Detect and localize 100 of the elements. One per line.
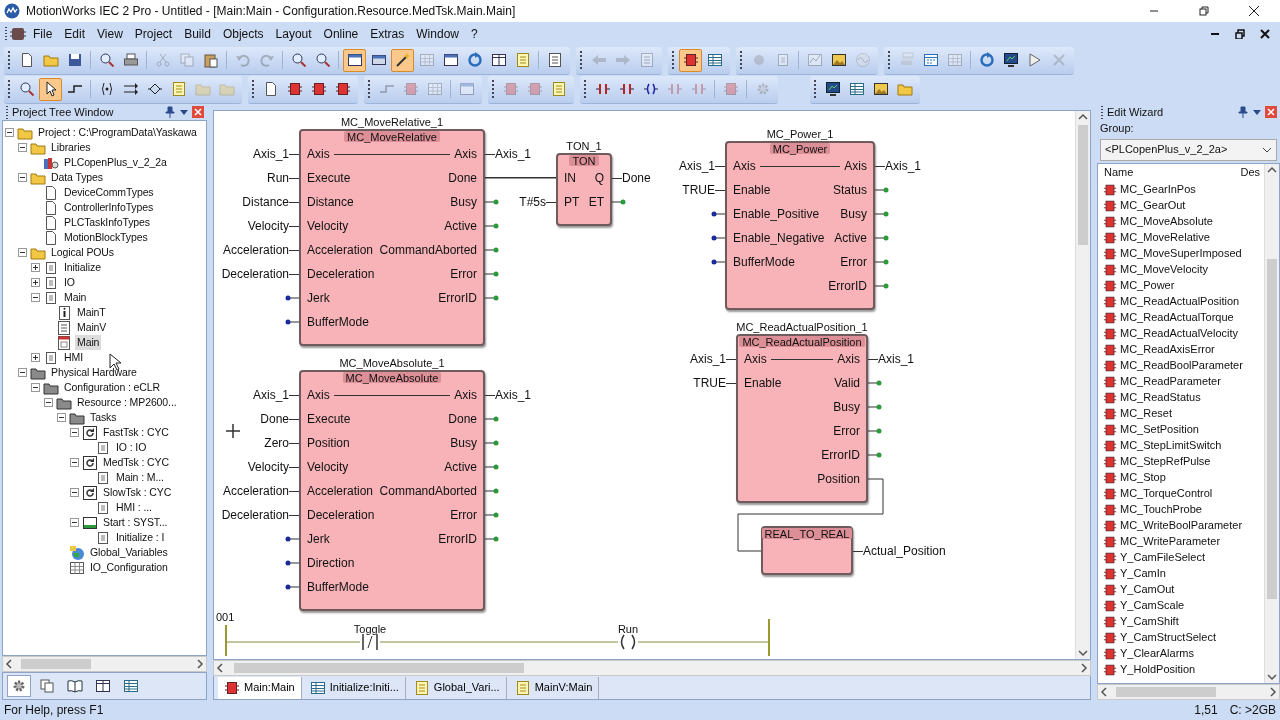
function-block-item[interactable]: MC_ReadStatus: [1098, 389, 1264, 406]
variable-label: Axis_1: [495, 146, 532, 163]
tree-item[interactable]: FastTsk : CYC: [101, 424, 171, 441]
pin-label: Enable: [733, 182, 771, 199]
tree-item[interactable]: Initialize: [62, 259, 103, 276]
tree-item[interactable]: IO : IO: [114, 439, 149, 456]
function-block-item[interactable]: MC_GearInPos: [1098, 181, 1264, 198]
menu-item[interactable]: Project: [129, 24, 178, 44]
pin-label: Done: [448, 170, 477, 187]
editor-tab[interactable]: Initialize:Initi...: [303, 676, 406, 699]
function-block-item[interactable]: MC_Stop: [1098, 469, 1264, 486]
function-block-item[interactable]: MC_MoveSuperImposed: [1098, 245, 1264, 262]
variable-label: Axis_1: [678, 158, 715, 175]
tree-item[interactable]: SlowTsk : CYC: [101, 484, 174, 501]
pin-label: Velocity: [307, 459, 349, 476]
pin-label: Axis: [454, 146, 477, 163]
function-block-item[interactable]: MC_WriteParameter: [1098, 533, 1264, 550]
function-block-item[interactable]: MC_ReadBoolParameter: [1098, 357, 1264, 374]
tree-item[interactable]: ControllerInfoTypes: [62, 199, 156, 216]
pin-label: Axis: [837, 351, 860, 368]
block-type-label: REAL_TO_REAL: [761, 528, 853, 539]
function-block-item[interactable]: MC_ReadActualTorque: [1098, 309, 1264, 326]
tree-item[interactable]: MedTsk : CYC: [101, 454, 171, 471]
tree-item[interactable]: HMI: [62, 349, 85, 366]
function-block-item[interactable]: MC_ReadParameter: [1098, 373, 1264, 390]
tree-item[interactable]: IO_Configuration: [88, 559, 170, 576]
function-block-item[interactable]: MC_Power: [1098, 277, 1264, 294]
tree-item[interactable]: Initialize : I: [114, 529, 167, 546]
pin-label: ErrorID: [438, 531, 477, 548]
tree-item[interactable]: Resource : MP2600...: [75, 394, 179, 411]
function-block-item[interactable]: Y_CamScale: [1098, 597, 1264, 614]
tree-item[interactable]: Global_Variables: [88, 544, 170, 561]
function-block-item[interactable]: MC_TouchProbe: [1098, 501, 1264, 518]
tree-item[interactable]: Main : M...: [114, 469, 166, 486]
function-block-item[interactable]: Y_HoldPosition: [1098, 661, 1264, 678]
pin-label: ErrorID: [821, 447, 860, 464]
variable-label: Run: [267, 170, 289, 187]
function-block-item[interactable]: Y_CamShift: [1098, 613, 1264, 630]
tree-item[interactable]: MainT: [75, 304, 108, 321]
editor-tab[interactable]: Main:Main: [218, 676, 302, 699]
instance-name: MC_MoveAbsolute_1: [339, 357, 445, 370]
menu-item[interactable]: Layout: [270, 24, 317, 44]
column-header[interactable]: Des: [1240, 164, 1260, 181]
tree-item[interactable]: Project : C:\ProgramData\Yaskawa: [36, 124, 199, 141]
menu-item[interactable]: Edit: [59, 24, 91, 44]
tree-item[interactable]: HMI : ...: [114, 499, 154, 516]
function-block-item[interactable]: MC_MoveAbsolute: [1098, 213, 1264, 230]
tree-item[interactable]: Configuration : eCLR: [62, 379, 163, 396]
function-block-item[interactable]: MC_ReadActualVelocity: [1098, 325, 1264, 342]
tree-item[interactable]: Tasks: [88, 409, 119, 426]
function-block-item[interactable]: Y_CamIn: [1098, 565, 1264, 582]
function-block-item[interactable]: MC_MoveVelocity: [1098, 261, 1264, 278]
editor-tab[interactable]: MainV:Main: [508, 676, 600, 699]
tree-item[interactable]: PLCTaskInfoTypes: [62, 214, 152, 231]
tree-item[interactable]: Data Types: [49, 169, 105, 186]
function-block-item[interactable]: MC_SetPosition: [1098, 421, 1264, 438]
tree-item[interactable]: MainV: [75, 319, 109, 336]
tree-item[interactable]: IO: [62, 274, 77, 291]
pin-label: Valid: [834, 375, 860, 392]
tree-item[interactable]: MotionBlockTypes: [62, 229, 150, 246]
tree-item[interactable]: Physical Hardware: [49, 364, 139, 381]
menu-item[interactable]: Objects: [217, 24, 269, 44]
variable-label: TRUE: [682, 182, 715, 199]
tree-item[interactable]: Libraries: [49, 139, 93, 156]
function-block-item[interactable]: Y_CamOut: [1098, 581, 1264, 598]
menu-item[interactable]: Window: [411, 24, 464, 44]
menu-item[interactable]: Online: [318, 24, 364, 44]
function-block-item[interactable]: MC_StepRefPulse: [1098, 453, 1264, 470]
variable-label: Velocity: [247, 459, 289, 476]
editor-tab[interactable]: Global_Vari...: [407, 676, 507, 699]
tree-item[interactable]: PLCopenPlus_v_2_2a: [62, 154, 169, 171]
function-block-item[interactable]: MC_Reset: [1098, 405, 1264, 422]
menu-item[interactable]: ?: [466, 24, 483, 44]
tree-item[interactable]: Logical POUs: [49, 244, 116, 261]
block-type-label: MC_MoveRelative: [344, 131, 440, 142]
variable-label: TRUE: [693, 375, 726, 392]
function-block-item[interactable]: MC_GearOut: [1098, 197, 1264, 214]
tree-item[interactable]: Start : SYST...: [101, 514, 170, 531]
pin-label: Enable: [744, 375, 782, 392]
variable-label: Acceleration: [222, 242, 289, 259]
column-header[interactable]: Name: [1104, 164, 1134, 181]
tree-item[interactable]: DeviceCommTypes: [62, 184, 156, 201]
menu-item[interactable]: View: [92, 24, 128, 44]
pin-label: Done: [448, 411, 477, 428]
function-block-item[interactable]: Y_CamStructSelect: [1098, 629, 1264, 646]
function-block-item[interactable]: MC_MoveRelative: [1098, 229, 1264, 246]
tree-item[interactable]: Main: [62, 289, 89, 306]
group-dropdown[interactable]: <PLCopenPlus_v_2_2a>: [1100, 138, 1277, 161]
function-block-item[interactable]: MC_WriteBoolParameter: [1098, 517, 1264, 534]
function-block-item[interactable]: MC_StepLimitSwitch: [1098, 437, 1264, 454]
function-block-item[interactable]: MC_ReadAxisError: [1098, 341, 1264, 358]
menu-item[interactable]: Extras: [365, 24, 410, 44]
function-block-item[interactable]: MC_TorqueControl: [1098, 485, 1264, 502]
block-type-label: MC_Power: [769, 143, 831, 154]
menu-item[interactable]: Build: [179, 24, 216, 44]
function-block-item[interactable]: MC_ReadActualPosition: [1098, 293, 1264, 310]
function-block-item[interactable]: Y_CamFileSelect: [1098, 549, 1264, 566]
function-block-item[interactable]: Y_ClearAlarms: [1098, 645, 1264, 662]
menu-item[interactable]: File: [28, 24, 58, 44]
tree-item[interactable]: Main: [75, 334, 102, 351]
